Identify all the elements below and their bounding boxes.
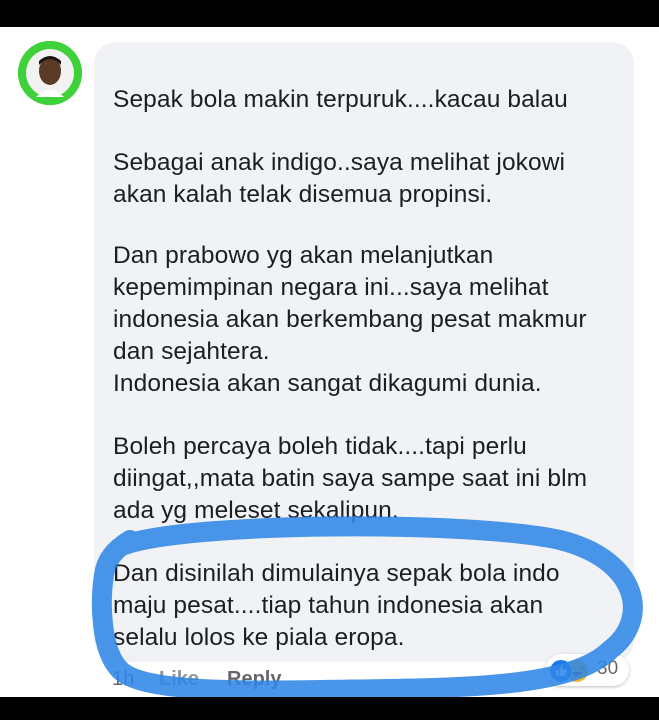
comment-line: akan kalah telak disemua propinsi. (113, 181, 493, 208)
comment-line: diingat,,mata batin saya sampe saat ini … (113, 465, 588, 492)
like-icon (549, 659, 573, 683)
comment-line: Boleh percaya boleh tidak....tapi perlu (113, 433, 527, 460)
profile-photo-icon (18, 41, 82, 105)
reaction-summary[interactable]: 30 (545, 654, 629, 686)
bottom-black-bar (0, 697, 659, 720)
comment-line: dan sejahtera. (113, 338, 270, 365)
avatar[interactable] (18, 41, 82, 105)
like-button[interactable]: Like (159, 666, 199, 692)
comment-line: Sepak bola makin terpuruk....kacau balau (113, 86, 568, 113)
reply-button[interactable]: Reply (227, 666, 281, 692)
comment-line: ada yg meleset sekalipun. (113, 497, 399, 524)
comment-line: Indonesia akan sangat dikagumi dunia. (113, 370, 542, 397)
comment-line: maju pesat....tiap tahun indonesia akan (113, 592, 544, 619)
comment-line: kepemimpinan negara ini...saya melihat (113, 274, 549, 301)
comment-line: selalu lolos ke piala eropa. (113, 624, 405, 651)
reaction-count: 30 (597, 658, 619, 679)
comment-line: indonesia akan berkembang pesat makmur (113, 306, 587, 333)
comment-timestamp[interactable]: 1h (112, 666, 134, 692)
comment-line: Sebagai anak indigo..saya melihat jokowi (113, 149, 566, 176)
comment-line: Dan disinilah dimulainya sepak bola indo (113, 560, 560, 587)
comment-line: Dan prabowo yg akan melanjutkan (113, 242, 494, 269)
top-black-bar (0, 0, 659, 27)
